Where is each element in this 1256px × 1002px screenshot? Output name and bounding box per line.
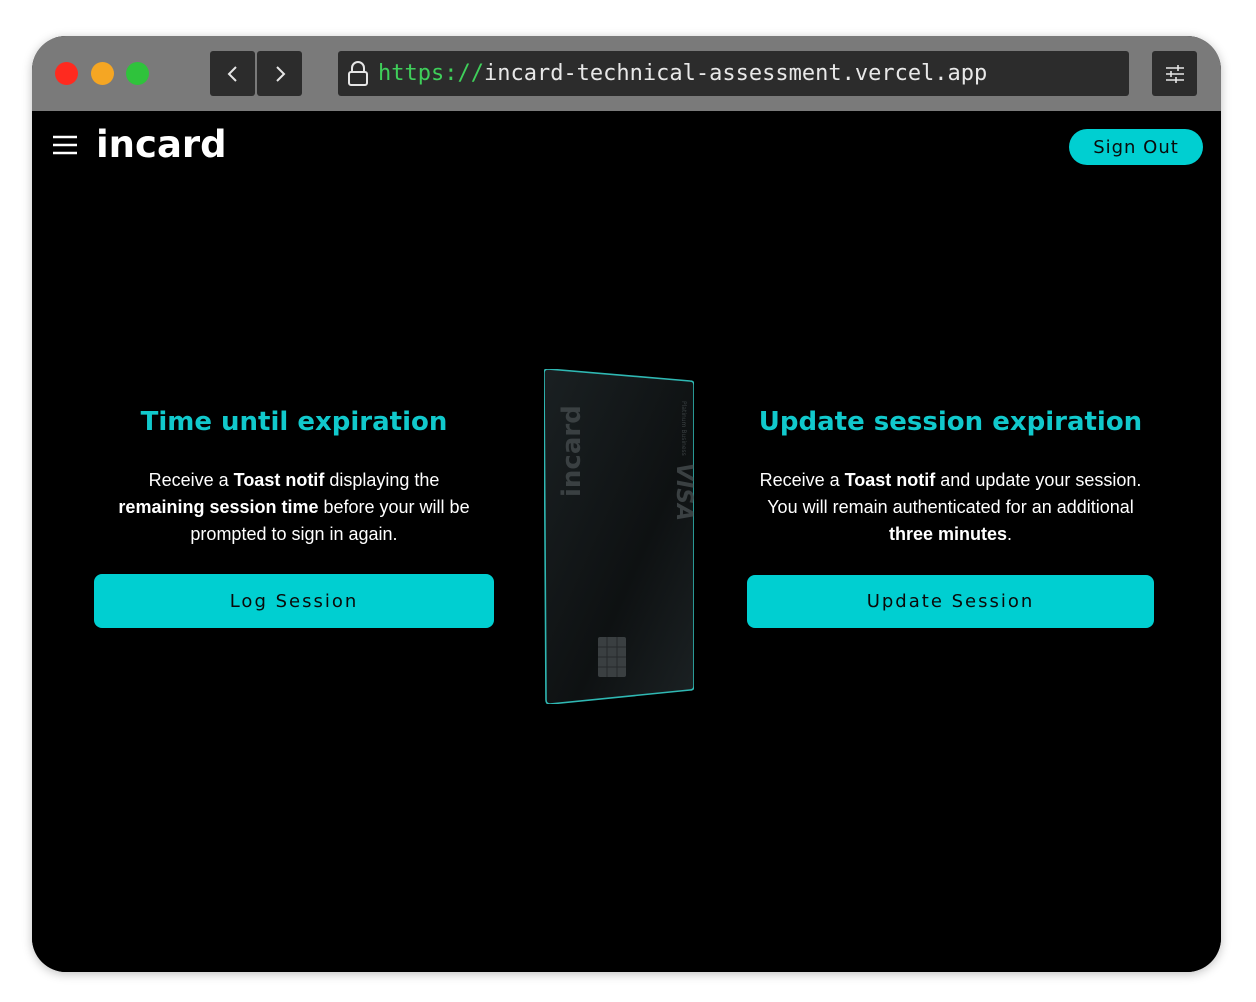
credit-card-image: incard VISA Platinum Business bbox=[544, 369, 694, 704]
desc-text: before your will be bbox=[318, 497, 470, 517]
desc-text: . bbox=[1007, 524, 1013, 544]
desc-text: displaying the bbox=[324, 470, 440, 490]
desc-text: Receive a bbox=[148, 470, 234, 490]
forward-button[interactable] bbox=[257, 51, 302, 96]
browser-settings-button[interactable] bbox=[1152, 51, 1197, 96]
desc-text: You will remain authenticated for an add… bbox=[767, 497, 1134, 517]
page-content: incard Sign Out Time until expiration Re… bbox=[32, 111, 1221, 972]
desc-bold-text: three minutes bbox=[888, 524, 1007, 544]
card-network-text: VISA bbox=[671, 463, 694, 521]
incard-logo[interactable]: incard bbox=[96, 123, 227, 166]
desc-text: and update your session. bbox=[935, 470, 1142, 490]
browser-window: https://incard-technical-assessment.verc… bbox=[32, 36, 1221, 972]
desc-text: Receive a bbox=[759, 470, 845, 490]
close-window-button[interactable] bbox=[55, 62, 78, 85]
desc-bold-text: Toast notif bbox=[233, 470, 325, 490]
card-chip-icon bbox=[598, 637, 626, 677]
time-until-expiration-title: Time until expiration bbox=[140, 407, 448, 437]
update-session-expiration-description: Receive a Toast notif and update your se… bbox=[727, 467, 1174, 548]
update-session-button[interactable]: Update Session bbox=[747, 575, 1154, 628]
hamburger-menu-icon[interactable] bbox=[52, 133, 78, 157]
card-brand-text: incard bbox=[557, 405, 587, 497]
minimize-window-button[interactable] bbox=[91, 62, 114, 85]
address-bar[interactable]: https://incard-technical-assessment.verc… bbox=[338, 51, 1129, 96]
desc-bold-text: remaining session time bbox=[118, 497, 319, 517]
url-host: incard-technical-assessment.vercel.app bbox=[483, 61, 988, 86]
desc-bold-text: Toast notif bbox=[844, 470, 936, 490]
time-until-expiration-description: Receive a Toast notif displaying the rem… bbox=[74, 467, 514, 548]
update-session-expiration-title: Update session expiration bbox=[758, 407, 1143, 437]
log-session-button[interactable]: Log Session bbox=[94, 574, 494, 628]
card-tier-text: Platinum Business bbox=[680, 401, 687, 456]
sign-out-button[interactable]: Sign Out bbox=[1069, 129, 1203, 165]
url-scheme: https:// bbox=[378, 61, 484, 86]
browser-titlebar: https://incard-technical-assessment.verc… bbox=[32, 36, 1221, 111]
sliders-icon bbox=[1165, 64, 1184, 83]
chevron-right-icon bbox=[275, 65, 285, 82]
chevron-left-icon bbox=[227, 65, 237, 82]
lock-icon bbox=[348, 60, 368, 86]
back-button[interactable] bbox=[210, 51, 255, 96]
desc-text: prompted to sign in again. bbox=[190, 524, 398, 544]
maximize-window-button[interactable] bbox=[126, 62, 149, 85]
